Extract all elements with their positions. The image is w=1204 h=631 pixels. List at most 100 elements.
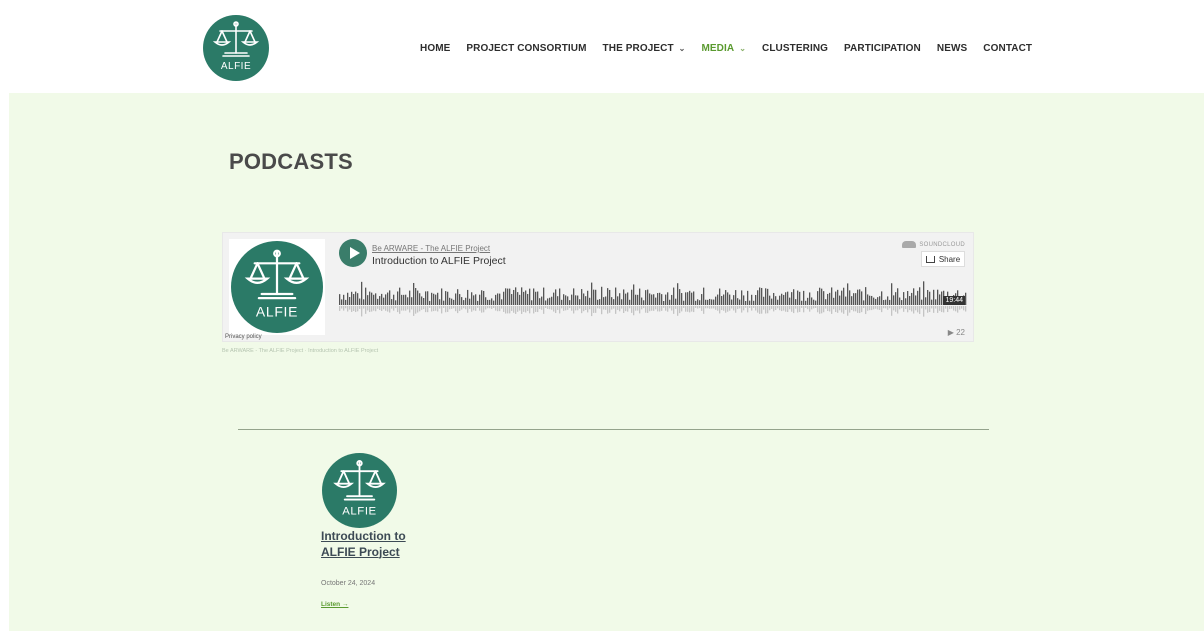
track-artwork[interactable]: ALFIE xyxy=(229,239,325,335)
waveform-reflection xyxy=(839,306,841,311)
waveform-bar xyxy=(369,291,371,305)
waveform-reflection xyxy=(937,306,939,313)
waveform-reflection xyxy=(723,306,725,311)
waveform-bar xyxy=(587,290,589,305)
listen-link[interactable]: Listen → xyxy=(321,601,348,608)
waveform-reflection xyxy=(465,306,467,310)
waveform-reflection xyxy=(609,306,611,313)
waveform-reflection xyxy=(739,306,741,309)
waveform-bar xyxy=(853,293,855,305)
nav-project-consortium[interactable]: PROJECT CONSORTIUM xyxy=(466,43,586,54)
waveform-reflection xyxy=(367,306,369,311)
waveform-bar xyxy=(627,292,629,305)
nav-clustering[interactable]: CLUSTERING xyxy=(762,43,828,54)
waveform-bar xyxy=(397,291,399,305)
waveform-reflection xyxy=(381,306,383,312)
track-user-link[interactable]: Be ARWARE - The ALFIE Project xyxy=(372,244,490,253)
waveform-bar xyxy=(753,300,755,305)
post-title-link[interactable]: Introduction to ALFIE Project xyxy=(321,529,411,560)
waveform-bar xyxy=(889,299,891,305)
waveform-bar xyxy=(461,297,463,305)
waveform-reflection xyxy=(471,306,473,312)
nav-participation[interactable]: PARTICIPATION xyxy=(844,43,921,54)
waveform-reflection xyxy=(589,306,591,310)
post-thumbnail[interactable]: ALFIE xyxy=(322,453,397,528)
waveform-bar xyxy=(913,288,915,305)
waveform-reflection xyxy=(527,306,529,311)
nav-media[interactable]: MEDIA ⌄ xyxy=(701,43,746,54)
waveform-reflection xyxy=(885,306,887,309)
waveform-reflection xyxy=(837,306,839,313)
privacy-policy-link[interactable]: Privacy policy xyxy=(225,334,262,340)
waveform-reflection xyxy=(651,306,653,311)
waveform-reflection xyxy=(951,306,953,309)
waveform-bar xyxy=(773,292,775,305)
waveform-reflection xyxy=(537,306,539,313)
waveform-reflection xyxy=(535,306,537,312)
waveform-reflection xyxy=(887,306,889,310)
nav-the-project[interactable]: THE PROJECT ⌄ xyxy=(603,43,686,54)
waveform-reflection xyxy=(581,306,583,314)
waveform-reflection xyxy=(533,306,535,314)
nav-contact[interactable]: CONTACT xyxy=(983,43,1032,54)
waveform-reflection xyxy=(597,306,599,309)
waveform-reflection xyxy=(435,306,437,311)
waveform-bar xyxy=(619,293,621,305)
page-title: PODCASTS xyxy=(229,149,353,174)
waveform-bar xyxy=(643,300,645,305)
waveform-reflection xyxy=(445,306,447,313)
alfie-logo[interactable]: ALFIE xyxy=(203,15,269,81)
waveform-reflection xyxy=(457,306,459,314)
site-header: ALFIE HOME PROJECT CONSORTIUM THE PROJEC… xyxy=(0,0,1204,93)
waveform-bar xyxy=(415,288,417,305)
waveform-bar xyxy=(521,287,523,305)
waveform-bar xyxy=(915,295,917,305)
waveform-bar xyxy=(363,299,365,305)
waveform-bar xyxy=(655,297,657,305)
waveform-reflection xyxy=(703,306,705,314)
waveform-bar xyxy=(577,295,579,305)
waveform[interactable] xyxy=(339,281,967,317)
waveform-bar xyxy=(709,298,711,305)
waveform-reflection xyxy=(569,306,571,309)
waveform-reflection xyxy=(883,306,885,309)
waveform-reflection xyxy=(629,306,631,309)
nav-news[interactable]: NEWS xyxy=(937,43,967,54)
waveform-bar xyxy=(763,296,765,305)
waveform-bar xyxy=(343,294,345,305)
waveform-bar xyxy=(497,293,499,305)
waveform-reflection xyxy=(641,306,643,310)
soundcloud-logo[interactable]: SOUNDCLOUD xyxy=(902,241,965,248)
waveform-bar xyxy=(813,299,815,305)
embed-caption[interactable]: Be ARWARE - The ALFIE Project · Introduc… xyxy=(222,348,378,354)
waveform-reflection xyxy=(401,306,403,311)
waveform-reflection xyxy=(561,306,563,309)
waveform-reflection xyxy=(875,306,877,309)
waveform-bar xyxy=(341,299,343,305)
waveform-bar xyxy=(349,297,351,305)
waveform-bar xyxy=(799,291,801,305)
waveform-reflection xyxy=(585,306,587,310)
waveform-bar xyxy=(839,295,841,305)
waveform-bar xyxy=(831,287,833,305)
waveform-reflection xyxy=(955,306,957,312)
waveform-bar xyxy=(411,297,413,305)
play-button[interactable] xyxy=(339,239,367,267)
waveform-bar xyxy=(847,283,849,305)
waveform-bar xyxy=(365,287,367,305)
waveform-reflection xyxy=(587,306,589,313)
nav-home[interactable]: HOME xyxy=(420,43,450,54)
waveform-bar xyxy=(779,295,781,305)
share-button[interactable]: Share xyxy=(921,251,965,267)
waveform-bar xyxy=(805,300,807,305)
waveform-bar xyxy=(389,290,391,305)
waveform-reflection xyxy=(785,306,787,312)
waveform-bar xyxy=(529,288,531,305)
track-title[interactable]: Introduction to ALFIE Project xyxy=(372,255,506,267)
waveform-bar xyxy=(353,294,355,305)
waveform-reflection xyxy=(387,306,389,312)
waveform-bar xyxy=(843,287,845,305)
waveform-bar xyxy=(845,296,847,305)
waveform-reflection xyxy=(615,306,617,314)
waveform-reflection xyxy=(579,306,581,309)
